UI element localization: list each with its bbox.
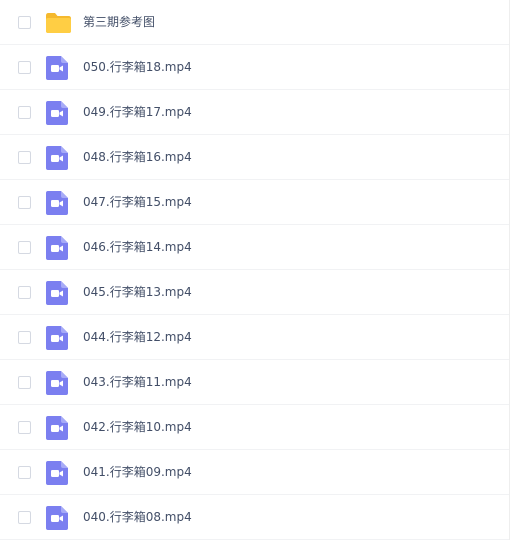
row-checkbox[interactable] (18, 15, 31, 29)
row-checkbox[interactable] (18, 420, 31, 434)
file-name[interactable]: 047.行李箱15.mp4 (83, 194, 192, 210)
video-file-icon (45, 505, 71, 531)
row-checkbox[interactable] (18, 240, 31, 254)
folder-icon (45, 10, 71, 36)
file-row-video[interactable]: 040.行李箱08.mp4 (0, 495, 509, 540)
file-row-video[interactable]: 045.行李箱13.mp4 (0, 270, 509, 315)
file-row-video[interactable]: 049.行李箱17.mp4 (0, 90, 509, 135)
row-checkbox[interactable] (18, 510, 31, 524)
video-file-icon (45, 325, 71, 351)
row-checkbox[interactable] (18, 195, 31, 209)
file-row-video[interactable]: 048.行李箱16.mp4 (0, 135, 509, 180)
video-file-icon (45, 280, 71, 306)
row-checkbox[interactable] (18, 150, 31, 164)
file-name[interactable]: 048.行李箱16.mp4 (83, 149, 192, 165)
file-name[interactable]: 049.行李箱17.mp4 (83, 104, 192, 120)
file-name[interactable]: 045.行李箱13.mp4 (83, 284, 192, 300)
row-checkbox[interactable] (18, 60, 31, 74)
row-checkbox[interactable] (18, 105, 31, 119)
file-row-video[interactable]: 050.行李箱18.mp4 (0, 45, 509, 90)
row-checkbox[interactable] (18, 330, 31, 344)
video-file-icon (45, 190, 71, 216)
file-row-video[interactable]: 047.行李箱15.mp4 (0, 180, 509, 225)
file-name[interactable]: 044.行李箱12.mp4 (83, 329, 192, 345)
file-row-video[interactable]: 044.行李箱12.mp4 (0, 315, 509, 360)
video-file-icon (45, 370, 71, 396)
file-name[interactable]: 040.行李箱08.mp4 (83, 509, 192, 525)
row-checkbox[interactable] (18, 465, 31, 479)
file-name[interactable]: 043.行李箱11.mp4 (83, 374, 192, 390)
file-name[interactable]: 041.行李箱09.mp4 (83, 464, 192, 480)
video-file-icon (45, 460, 71, 486)
file-name[interactable]: 046.行李箱14.mp4 (83, 239, 192, 255)
row-checkbox[interactable] (18, 375, 31, 389)
video-file-icon (45, 235, 71, 261)
file-list: 第三期参考图 050.行李箱18.mp4 049.行李箱17.mp4 048.行… (0, 0, 510, 540)
file-row-folder[interactable]: 第三期参考图 (0, 0, 509, 45)
file-row-video[interactable]: 043.行李箱11.mp4 (0, 360, 509, 405)
video-file-icon (45, 55, 71, 81)
file-row-video[interactable]: 046.行李箱14.mp4 (0, 225, 509, 270)
file-name[interactable]: 第三期参考图 (83, 14, 155, 30)
file-name[interactable]: 042.行李箱10.mp4 (83, 419, 192, 435)
video-file-icon (45, 145, 71, 171)
file-name[interactable]: 050.行李箱18.mp4 (83, 59, 192, 75)
video-file-icon (45, 415, 71, 441)
video-file-icon (45, 100, 71, 126)
row-checkbox[interactable] (18, 285, 31, 299)
file-row-video[interactable]: 041.行李箱09.mp4 (0, 450, 509, 495)
file-row-video[interactable]: 042.行李箱10.mp4 (0, 405, 509, 450)
